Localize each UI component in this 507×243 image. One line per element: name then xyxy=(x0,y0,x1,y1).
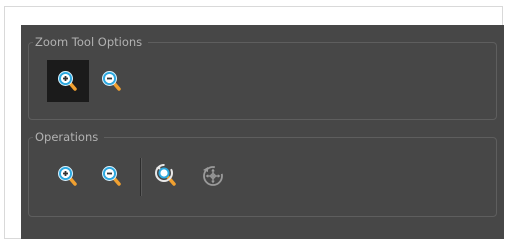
operations-group: Operations xyxy=(28,129,497,217)
group-title-line xyxy=(113,137,488,138)
toolbar-divider xyxy=(140,158,141,196)
reset-zoom-icon xyxy=(155,164,176,186)
zoom-in-button[interactable] xyxy=(47,155,89,197)
zoom-in-mode-button[interactable] xyxy=(47,60,89,102)
group-title-line xyxy=(159,42,488,43)
zoom-tool-options-title: Zoom Tool Options xyxy=(33,34,149,50)
zoom-tool-options-group: Zoom Tool Options xyxy=(28,34,497,120)
reset-view-icon xyxy=(203,166,223,186)
zoom-out-icon xyxy=(102,71,121,91)
reset-zoom-button[interactable] xyxy=(146,155,188,197)
reset-view-button[interactable] xyxy=(192,155,234,197)
operations-title: Operations xyxy=(33,129,105,145)
zoom-out-icon xyxy=(102,166,121,186)
tool-properties-window: Zoom Tool Options Operations xyxy=(4,6,504,239)
zoom-in-icon xyxy=(58,166,77,186)
zoom-out-mode-button[interactable] xyxy=(91,60,133,102)
zoom-in-icon xyxy=(58,71,77,91)
zoom-tool-properties-panel: Zoom Tool Options Operations xyxy=(21,25,504,239)
zoom-out-button[interactable] xyxy=(91,155,133,197)
